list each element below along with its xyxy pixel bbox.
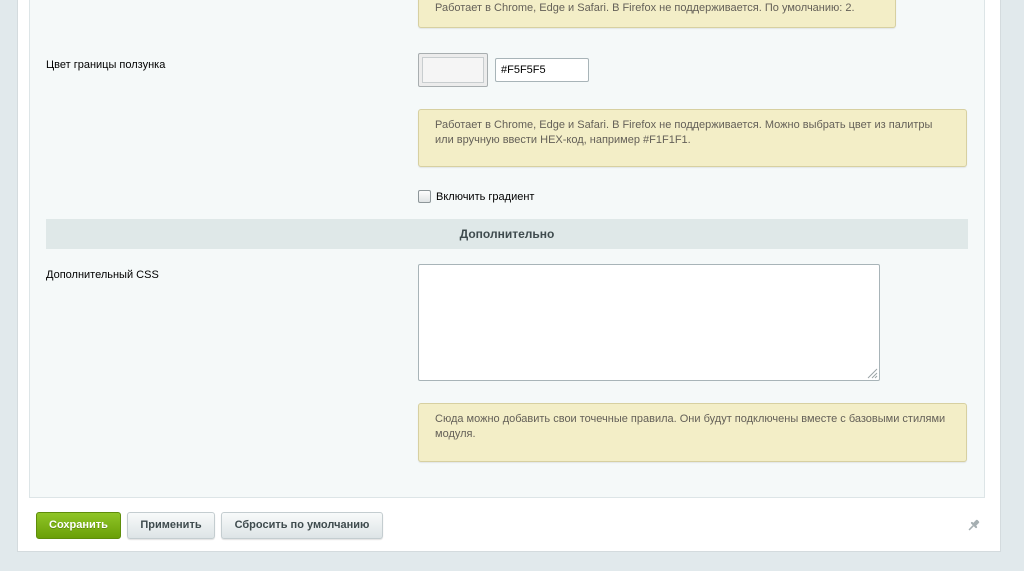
gradient-checkbox[interactable] — [418, 190, 431, 203]
pin-icon[interactable] — [966, 517, 982, 533]
hint-border-color: Работает в Chrome, Edge и Safari. В Fire… — [418, 109, 967, 167]
extra-css-textarea[interactable] — [418, 264, 880, 381]
hint-top-partial: Работает в Chrome, Edge и Safari. В Fire… — [418, 0, 896, 28]
color-picker-swatch[interactable] — [418, 53, 488, 87]
resize-grip-icon[interactable] — [866, 367, 878, 379]
apply-button[interactable]: Применить — [127, 512, 215, 539]
hint-extra-css-text: Сюда можно добавить свои точечные правил… — [435, 413, 946, 440]
extra-css-label: Дополнительный CSS — [46, 269, 159, 281]
gradient-checkbox-label[interactable]: Включить градиент — [436, 191, 534, 203]
save-button[interactable]: Сохранить — [36, 512, 121, 539]
hex-color-input[interactable] — [495, 58, 589, 82]
section-header-extra: Дополнительно — [46, 219, 968, 249]
color-swatch-fill — [422, 57, 484, 83]
hint-border-color-text: Работает в Chrome, Edge и Safari. В Fire… — [435, 119, 933, 146]
slider-border-color-label: Цвет границы ползунка — [46, 59, 166, 71]
reset-defaults-button[interactable]: Сбросить по умолчанию — [221, 512, 383, 539]
gradient-checkbox-row[interactable]: Включить градиент — [418, 190, 534, 203]
hint-top-text: Работает в Chrome, Edge и Safari. В Fire… — [435, 2, 855, 14]
hint-extra-css: Сюда можно добавить свои точечные правил… — [418, 403, 967, 462]
